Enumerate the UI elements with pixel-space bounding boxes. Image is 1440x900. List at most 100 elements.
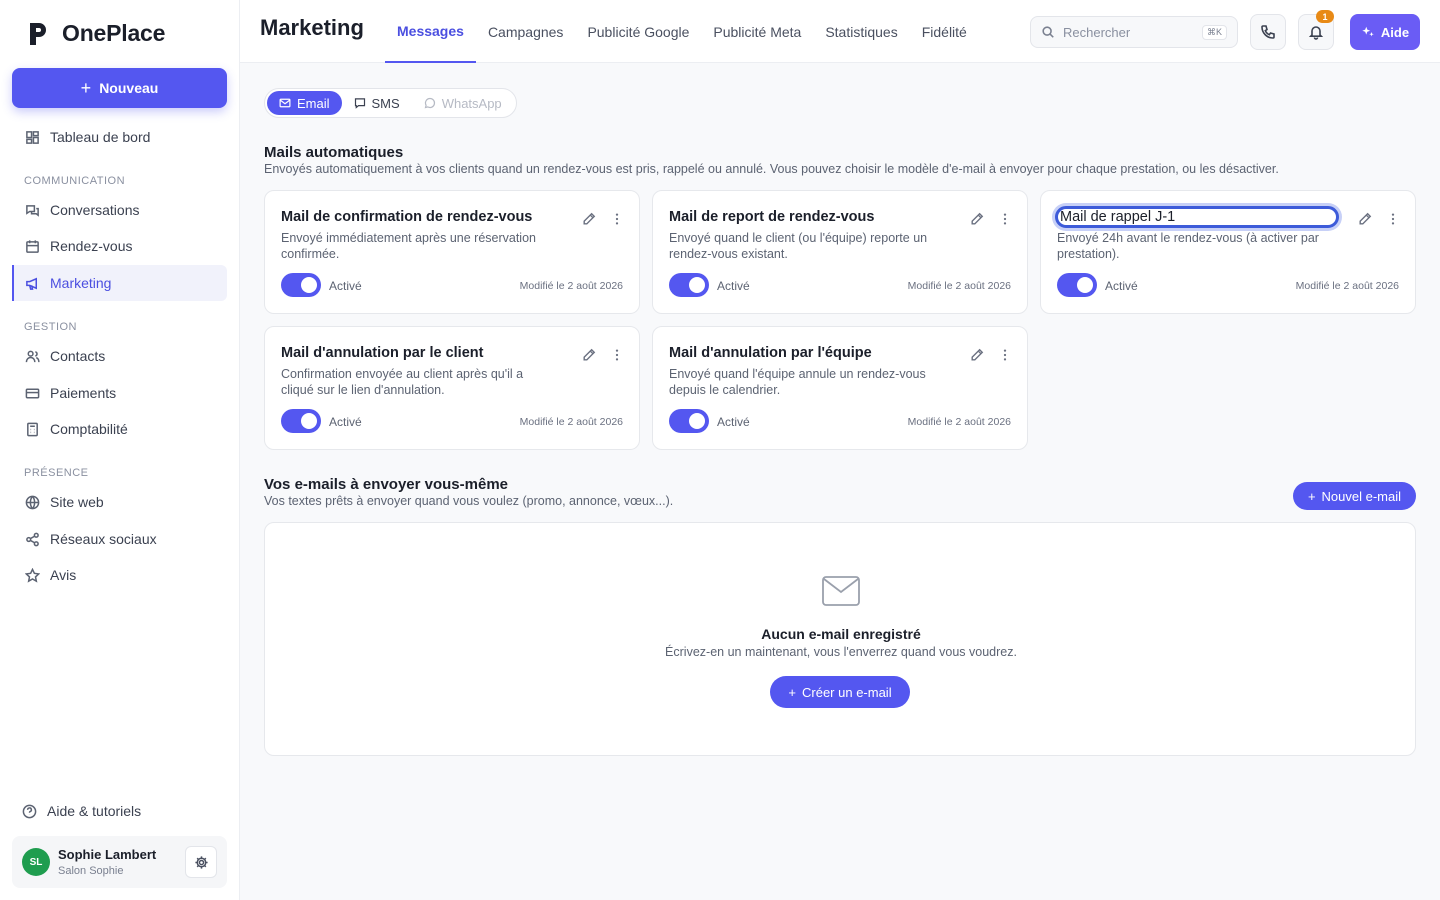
edit-button[interactable] [581,347,597,363]
enable-toggle[interactable] [669,273,709,297]
tab-publicite-meta[interactable]: Publicité Meta [701,0,813,63]
toggle-status: Activé [329,279,362,293]
sidebar-item-label: Avis [50,567,77,583]
calculator-icon [27,422,38,436]
topbar: Marketing Messages Campagnes Publicité G… [240,0,1440,63]
edit-button[interactable] [969,347,985,363]
sidebar-item-marketing[interactable]: Marketing [12,265,227,301]
toggle-status: Activé [1105,279,1138,293]
star-icon [25,567,40,583]
more-options-button[interactable] [609,347,625,363]
enable-toggle[interactable] [669,409,709,433]
plus-icon: + [788,684,796,700]
sidebar-item-label: Contacts [50,348,106,364]
share-icon [26,532,39,546]
plus-icon: + [1307,488,1316,504]
pencil-icon [583,212,596,225]
sidebar-item-rendez-vous[interactable]: Rendez-vous [12,228,227,264]
user-card[interactable]: SL Sophie Lambert Salon Sophie [12,836,227,888]
contacts-icon [25,350,40,362]
notifications-button[interactable]: 1 [1298,10,1334,50]
sidebar-item-label: Paiements [50,385,117,401]
sidebar-item-comptabilite[interactable]: Comptabilité [12,411,227,447]
pencil-icon [971,212,984,225]
sidebar-item-reseaux-sociaux[interactable]: Réseaux sociaux [12,521,227,557]
help-tutorials-link[interactable]: Aide & tutoriels [22,803,141,819]
more-options-button[interactable] [997,347,1013,363]
sidebar: OnePlace + Nouveau Tableau de bord COMMU… [0,0,240,900]
user-business: Salon Sophie [58,865,124,877]
mail-empty-icon [821,573,861,609]
more-options-button[interactable] [1385,211,1401,227]
tab-bar: Messages Campagnes Publicité Google Publ… [385,0,979,63]
app-name: OnePlace [62,20,166,46]
more-options-button[interactable] [997,211,1013,227]
kebab-menu-icon [615,213,619,225]
sidebar-item-label: Comptabilité [50,421,128,437]
mail-card-confirmation: Mail de confirmation de rendez-vous Envo… [264,190,640,314]
mail-card-annulation-equipe: Mail d'annulation par l'équipe Envoyé qu… [652,326,1028,450]
tab-statistiques[interactable]: Statistiques [813,0,909,63]
mail-card-actions [1357,211,1401,227]
more-options-button[interactable] [609,211,625,227]
sidebar-item-paiements[interactable]: Paiements [12,375,227,411]
kebab-menu-icon [1003,349,1007,361]
mail-card-rappel: Envoyé 24h avant le rendez-vous (à activ… [1040,190,1416,314]
phone-button[interactable] [1250,14,1286,50]
channel-whatsapp: WhatsApp [412,91,514,115]
new-email-button-label: Nouvel e-mail [1321,488,1402,504]
mail-card-title: Mail d'annulation par le client [281,345,484,361]
tab-campagnes[interactable]: Campagnes [476,0,576,63]
search-box[interactable]: ⌘K [1030,16,1238,48]
mail-card-description: Envoyé 24h avant le rendez-vous (à activ… [1057,231,1319,261]
mail-card-title: Mail de report de rendez-vous [669,209,875,225]
aide-button[interactable]: Aide [1350,14,1420,50]
mail-card-report: Mail de report de rendez-vous Envoyé qua… [652,190,1028,314]
mail-card-title-input[interactable] [1055,206,1339,228]
gear-icon [194,855,208,869]
app-logo[interactable]: OnePlace [28,20,165,47]
page-title: Marketing [260,15,364,40]
tab-messages[interactable]: Messages [385,0,476,63]
sidebar-item-label: Tableau de bord [50,129,151,145]
sidebar-item-dashboard[interactable]: Tableau de bord [12,119,227,155]
sidebar-item-label: Marketing [50,275,112,291]
channel-email[interactable]: Email [267,91,342,115]
settings-button[interactable] [185,846,217,878]
mail-card-title: Mail d'annulation par l'équipe [669,345,872,361]
enable-toggle[interactable] [281,273,321,297]
sidebar-item-site-web[interactable]: Site web [12,484,227,520]
channel-sms[interactable]: SMS [342,91,412,115]
modified-date: Modifié le 2 août 2026 [1295,280,1399,292]
pencil-icon [971,348,984,361]
empty-state-title: Aucun e-mail enregistré [761,626,921,642]
sidebar-item-avis[interactable]: Avis [12,557,227,593]
mail-icon [279,98,291,108]
section-label-presence: PRÉSENCE [24,467,89,479]
tab-fidelite[interactable]: Fidélité [910,0,979,63]
edit-button[interactable] [581,211,597,227]
toggle-status: Activé [717,415,750,429]
create-email-button[interactable]: + Créer un e-mail [770,676,910,708]
notification-badge: 1 [1316,10,1334,23]
edit-button[interactable] [969,211,985,227]
mail-card-description: Envoyé quand le client (ou l'équipe) rep… [669,231,928,261]
new-email-button[interactable]: + Nouvel e-mail [1293,482,1416,510]
user-name: Sophie Lambert [58,847,157,862]
mail-card-title: Mail de confirmation de rendez-vous [281,209,533,225]
search-input[interactable] [1063,24,1194,40]
section-label-gestion: GESTION [24,321,78,333]
enable-toggle[interactable] [1057,273,1097,297]
tab-publicite-google[interactable]: Publicité Google [575,0,701,63]
enable-toggle[interactable] [281,409,321,433]
auto-mails-description: Envoyés automatiquement à vos clients qu… [264,162,1279,176]
sidebar-item-label: Conversations [50,202,140,218]
modified-date: Modifié le 2 août 2026 [519,416,623,428]
toggle-status: Activé [717,279,750,293]
aide-button-label: Aide [1380,24,1410,40]
new-button[interactable]: + Nouveau [12,68,227,108]
edit-button[interactable] [1357,211,1373,227]
globe-icon [25,495,40,509]
sidebar-item-contacts[interactable]: Contacts [12,338,227,374]
sidebar-item-conversations[interactable]: Conversations [12,192,227,228]
